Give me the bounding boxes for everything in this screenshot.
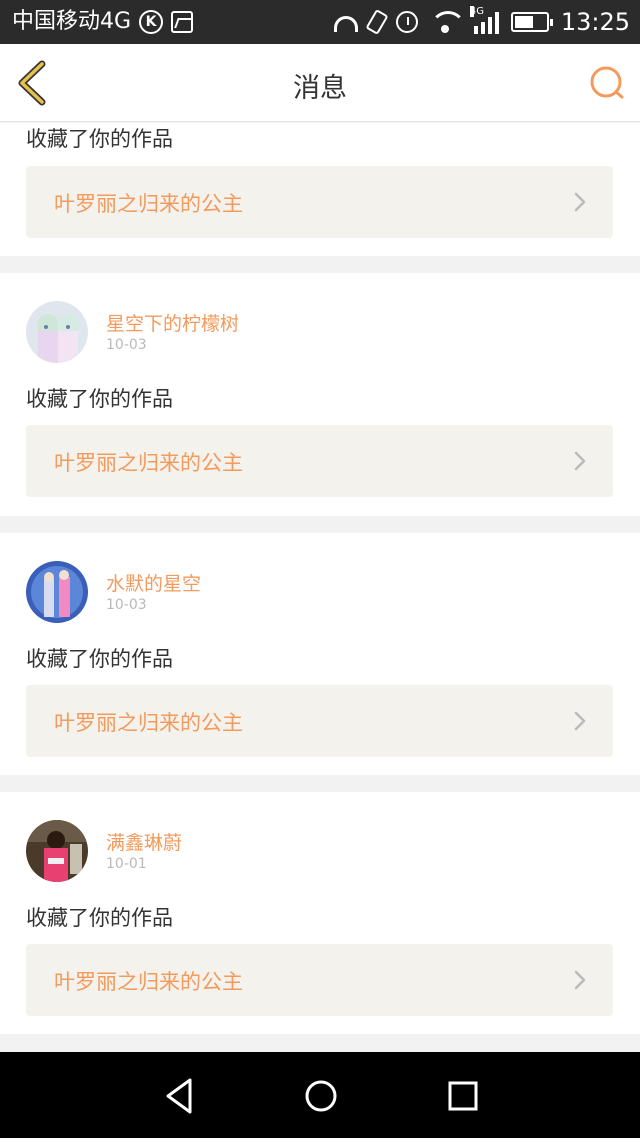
system-nav-bar <box>0 1052 640 1138</box>
home-circle-icon <box>305 1080 337 1112</box>
work-title: 叶罗丽之归来的公主 <box>54 970 243 994</box>
nav-home-button[interactable] <box>301 1076 341 1116</box>
work-title: 叶罗丽之归来的公主 <box>54 711 243 735</box>
work-title: 叶罗丽之归来的公主 <box>54 192 243 216</box>
back-triangle-icon <box>166 1078 192 1114</box>
list-item: 水默的星空 10-03 收藏了你的作品 叶罗丽之归来的公主 <box>0 533 640 775</box>
signal-icon: 4G <box>469 6 499 34</box>
message-date: 10-01 <box>106 856 147 872</box>
message-list[interactable]: 收藏了你的作品 叶罗丽之归来的公主 星空下的柠檬树 10-03 收藏了你的作品 … <box>0 123 640 1052</box>
chevron-right-icon <box>574 970 586 990</box>
list-item: 收藏了你的作品 叶罗丽之归来的公主 <box>0 123 640 256</box>
status-left: 中国移动4G K <box>12 8 194 36</box>
search-icon <box>590 66 624 99</box>
nav-back-button[interactable] <box>160 1076 200 1116</box>
work-title: 叶罗丽之归来的公主 <box>54 451 243 475</box>
action-text: 收藏了你的作品 <box>26 906 173 930</box>
recents-square-icon <box>448 1081 478 1111</box>
chevron-right-icon <box>574 451 586 471</box>
status-bar: 中国移动4G K 4G 13:25 <box>0 0 640 44</box>
user-name[interactable]: 满鑫琳蔚 <box>106 828 182 855</box>
avatar[interactable] <box>26 820 88 882</box>
wifi-icon <box>429 11 466 33</box>
carrier-label: 中国移动4G <box>12 9 132 34</box>
message-date: 10-03 <box>106 597 147 613</box>
user-name[interactable]: 水默的星空 <box>106 569 201 596</box>
app-header: 消息 <box>0 44 640 122</box>
chevron-right-icon <box>574 711 586 731</box>
avatar[interactable] <box>26 561 88 623</box>
clock: 13:25 <box>560 8 630 36</box>
action-text: 收藏了你的作品 <box>26 647 173 671</box>
message-date: 10-03 <box>106 337 147 353</box>
chevron-right-icon <box>574 192 586 212</box>
nav-recents-button[interactable] <box>443 1076 483 1116</box>
vibrate-icon <box>365 8 389 36</box>
image-icon <box>171 11 194 33</box>
network-type-label: 4G <box>469 6 484 17</box>
avatar[interactable] <box>26 301 88 363</box>
search-button[interactable] <box>588 64 626 102</box>
alarm-icon <box>395 11 418 33</box>
battery-icon <box>510 12 553 32</box>
k-circle-icon: K <box>139 10 164 34</box>
status-right: 4G 13:25 <box>333 6 630 36</box>
work-link[interactable]: 叶罗丽之归来的公主 <box>26 166 613 238</box>
work-link[interactable]: 叶罗丽之归来的公主 <box>26 944 613 1016</box>
list-item: 星空下的柠檬树 10-03 收藏了你的作品 叶罗丽之归来的公主 <box>0 273 640 516</box>
battery-level <box>514 16 533 28</box>
action-text: 收藏了你的作品 <box>26 387 173 411</box>
work-link[interactable]: 叶罗丽之归来的公主 <box>26 425 613 497</box>
list-item: 满鑫琳蔚 10-01 收藏了你的作品 叶罗丽之归来的公主 <box>0 792 640 1034</box>
action-text: 收藏了你的作品 <box>26 127 173 151</box>
work-link[interactable]: 叶罗丽之归来的公主 <box>26 685 613 757</box>
headphone-icon <box>333 16 358 32</box>
user-name[interactable]: 星空下的柠檬树 <box>106 309 239 336</box>
page-title: 消息 <box>293 73 347 104</box>
